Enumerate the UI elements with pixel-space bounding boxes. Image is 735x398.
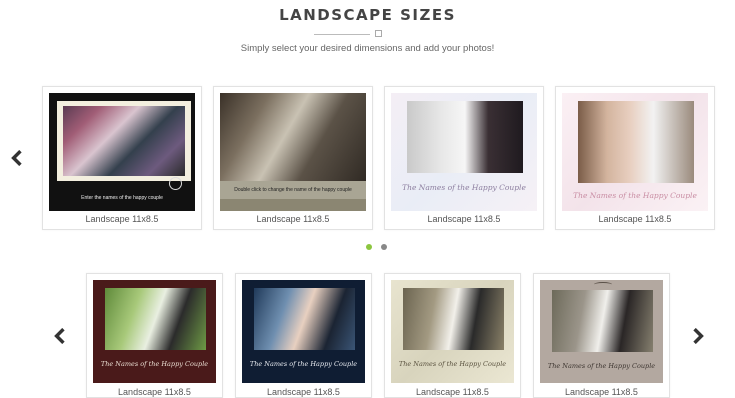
frame-preview: The Names of the Happy Couple [562, 93, 708, 211]
frame-names-text: The Names of the Happy Couple [100, 360, 209, 368]
card-caption: Landscape 11x8.5 [118, 387, 191, 397]
frame-preview: Double click to change the name of the h… [220, 93, 366, 211]
frame-card[interactable]: The Names of the Happy Couple Landscape … [533, 273, 670, 398]
page-title: LANDSCAPE SIZES [279, 6, 456, 24]
frame-names-text: The Names of the Happy Couple [398, 360, 507, 368]
rings-icon [169, 177, 182, 190]
frame-names-text: The Names of the Happy Couple [402, 183, 526, 192]
frame-preview: The Names of the Happy Couple [93, 280, 216, 383]
frame-card[interactable]: The Names of the Happy Couple Landscape … [86, 273, 223, 398]
frame-card[interactable]: The Names of the Happy Couple Landscape … [235, 273, 372, 398]
bottom-carousel-prev-arrow[interactable] [53, 328, 67, 344]
top-carousel-prev-arrow[interactable] [10, 150, 24, 166]
pager-dot-2[interactable] [381, 244, 387, 250]
frame-names-text: The Names of the Happy Couple [249, 360, 358, 368]
frame-card[interactable]: The Names of the Happy Couple Landscape … [384, 86, 544, 230]
card-caption: Landscape 11x8.5 [565, 387, 638, 397]
card-caption: Landscape 11x8.5 [416, 387, 489, 397]
frame-preview: Enter the names of the happy couple [49, 93, 195, 211]
frame-names-text: The Names of the Happy Couple [547, 362, 656, 370]
chevron-left-icon [54, 328, 65, 344]
frame-names-text: Double click to change the name of the h… [234, 187, 352, 193]
frame-preview: The Names of the Happy Couple [391, 93, 537, 211]
card-caption: Landscape 11x8.5 [427, 214, 501, 224]
card-caption: Landscape 11x8.5 [598, 214, 672, 224]
chevron-left-icon [11, 150, 22, 166]
ornament-icon [594, 282, 612, 287]
frame-card[interactable]: The Names of the Happy Couple Landscape … [555, 86, 715, 230]
frame-card[interactable]: Enter the names of the happy couple Land… [42, 86, 202, 230]
carousel-pager [366, 244, 390, 252]
bottom-carousel-next-arrow[interactable] [691, 328, 705, 344]
frame-names-text: Enter the names of the happy couple [81, 195, 163, 201]
frame-preview: The Names of the Happy Couple [391, 280, 514, 383]
frame-preview: The Names of the Happy Couple [540, 280, 663, 383]
frame-card[interactable]: Double click to change the name of the h… [213, 86, 373, 230]
card-caption: Landscape 11x8.5 [267, 387, 340, 397]
chevron-right-icon [693, 328, 704, 344]
page-subtitle: Simply select your desired dimensions an… [240, 43, 495, 54]
card-caption: Landscape 11x8.5 [85, 214, 159, 224]
card-caption: Landscape 11x8.5 [256, 214, 330, 224]
frame-names-text: The Names of the Happy Couple [573, 191, 697, 200]
title-divider [314, 30, 384, 38]
frame-card[interactable]: The Names of the Happy Couple Landscape … [384, 273, 521, 398]
pager-dot-1[interactable] [366, 244, 372, 250]
frame-preview: The Names of the Happy Couple [242, 280, 365, 383]
